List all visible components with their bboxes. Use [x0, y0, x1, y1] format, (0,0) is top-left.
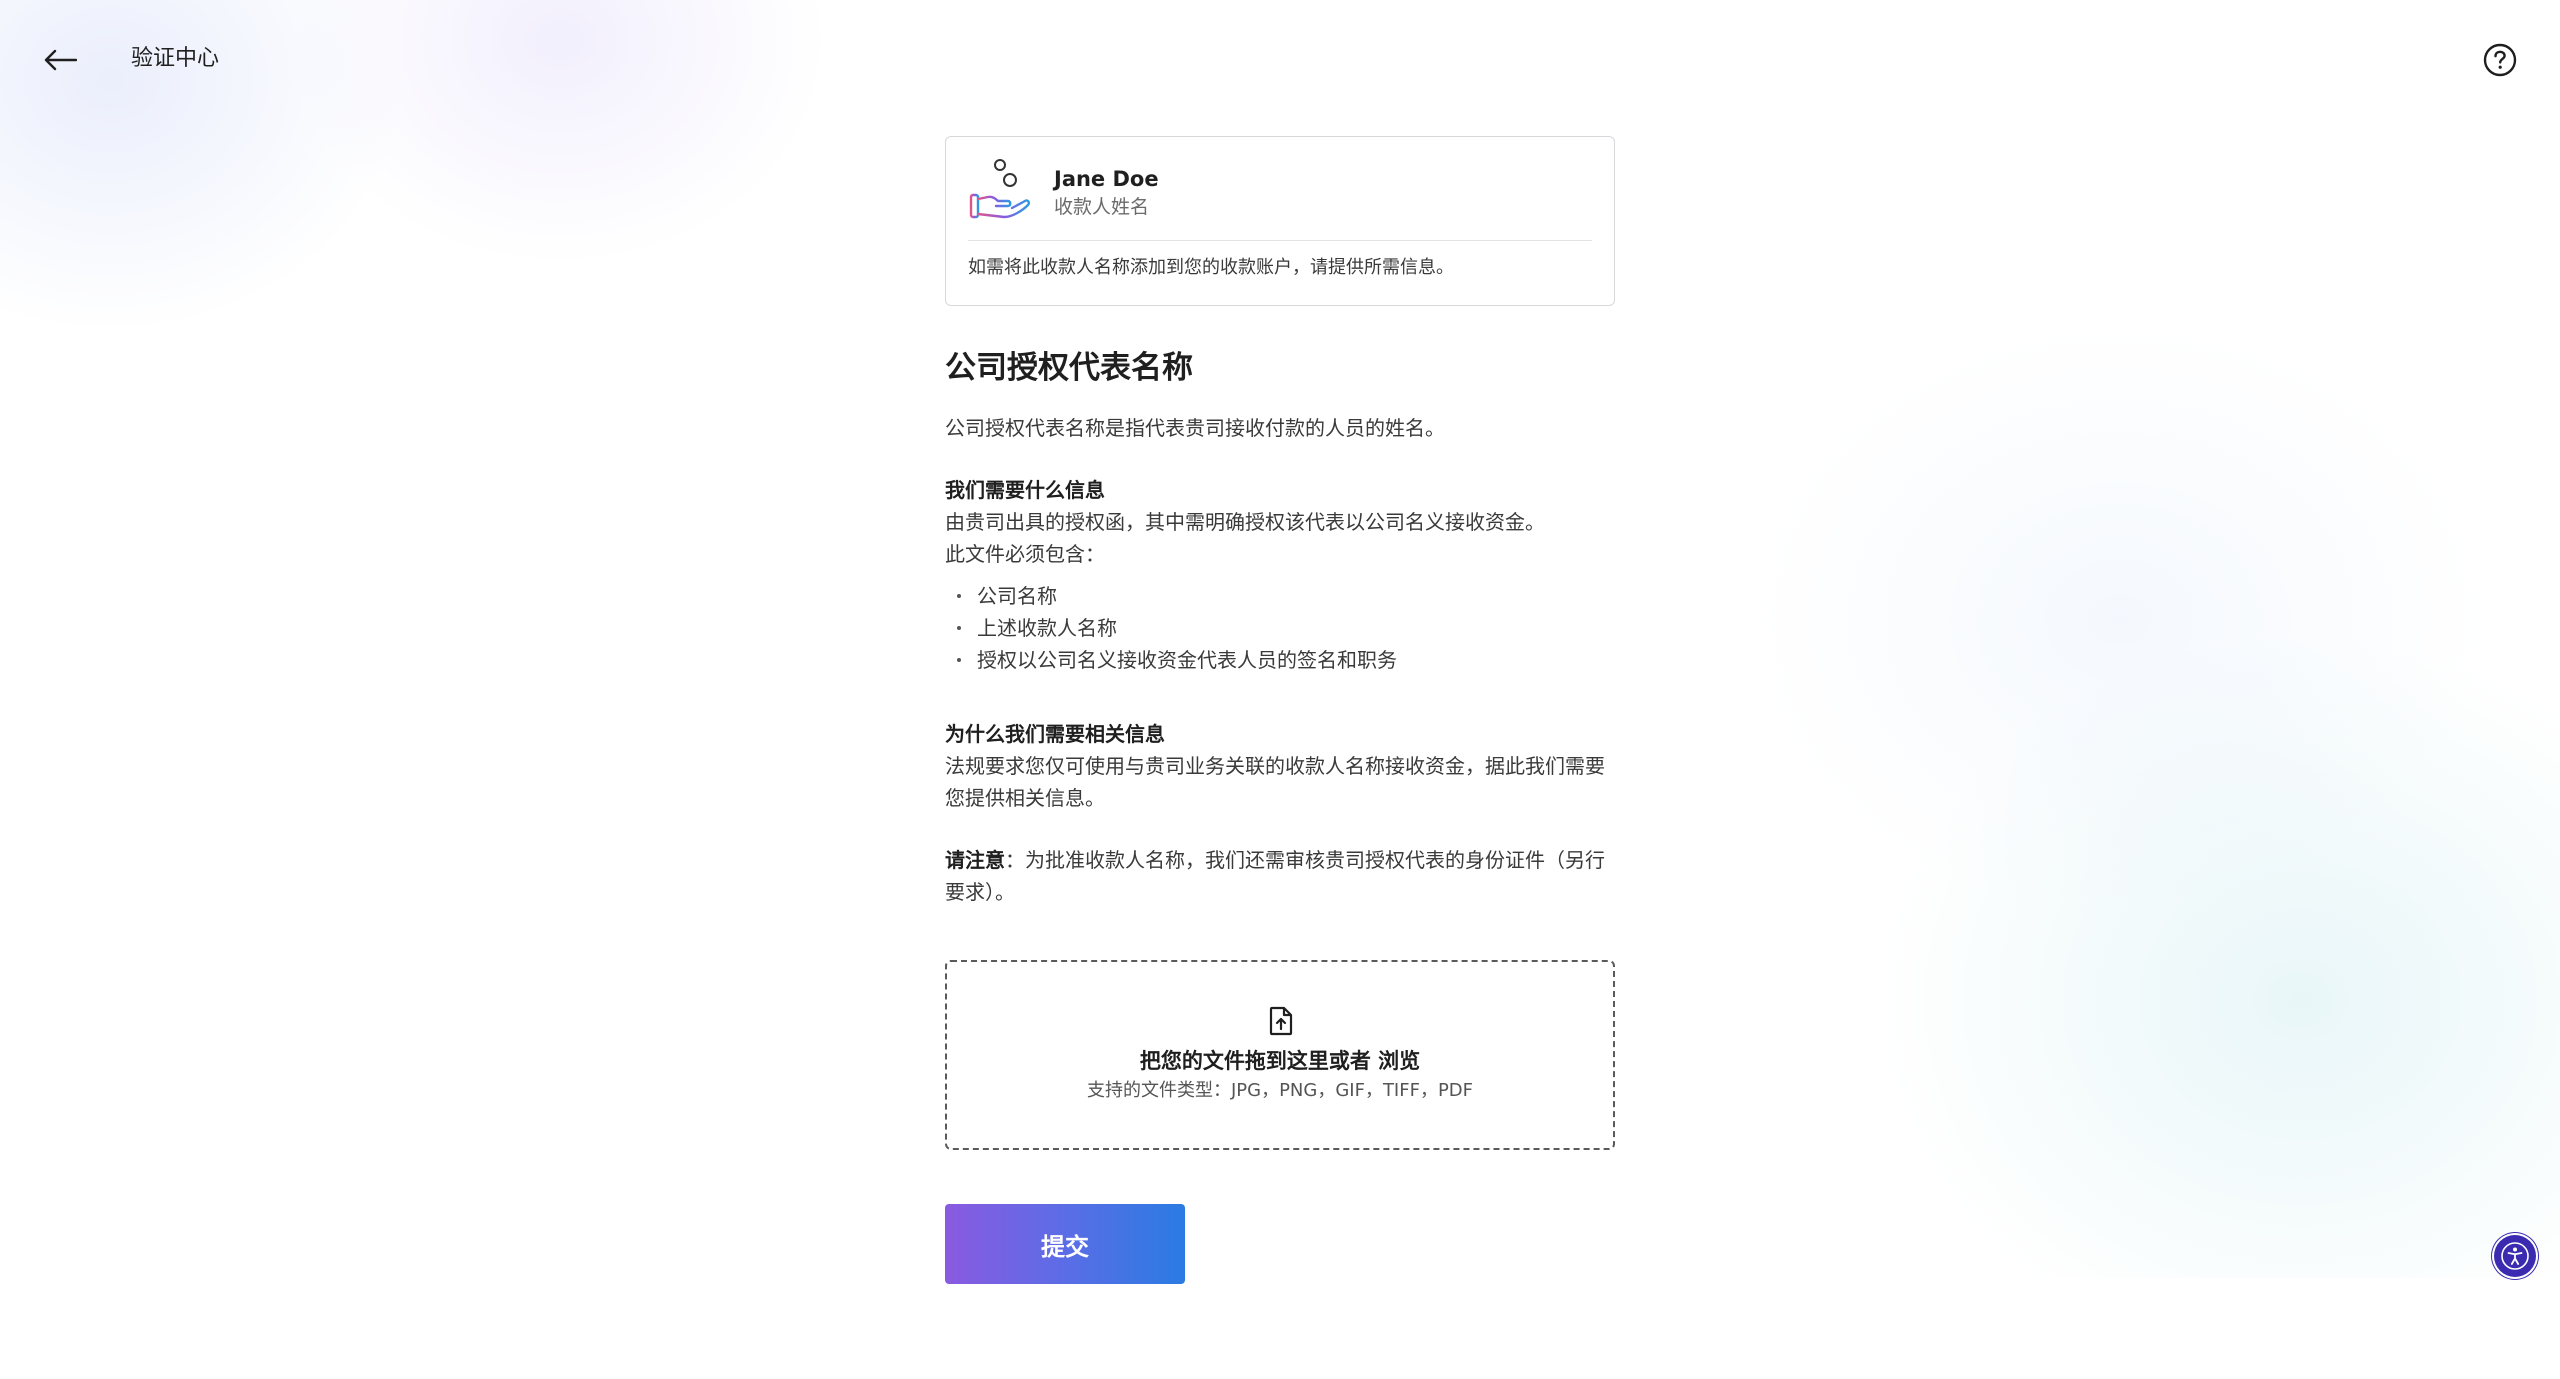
payee-card: Jane Doe 收款人姓名 如需将此收款人名称添加到您的收款账户，请提供所需信… — [945, 136, 1615, 306]
file-upload-icon — [1269, 1006, 1293, 1036]
note-section: 请注意：为批准收款人名称，我们还需审核贵司授权代表的身份证件（另行要求）。 — [945, 844, 1615, 908]
list-item: 授权以公司名义接收资金代表人员的签名和职务 — [945, 644, 1615, 676]
back-button[interactable] — [34, 38, 86, 82]
dropzone-text: 把您的文件拖到这里或者 浏览 — [947, 1046, 1613, 1076]
payee-name: Jane Doe — [1054, 167, 1159, 191]
footer-area — [0, 1278, 2560, 1379]
main-content: Jane Doe 收款人姓名 如需将此收款人名称添加到您的收款账户，请提供所需信… — [945, 136, 1615, 1284]
why-we-need-heading: 为什么我们需要相关信息 — [945, 722, 1165, 746]
arrow-left-icon — [44, 49, 77, 71]
payee-card-note: 如需将此收款人名称添加到您的收款账户，请提供所需信息。 — [968, 257, 1454, 278]
list-item: 上述收款人名称 — [945, 612, 1615, 644]
help-button[interactable] — [2480, 40, 2520, 80]
intro-text: 公司授权代表名称是指代表贵司接收付款的人员的姓名。 — [945, 416, 1445, 440]
question-circle-icon — [2483, 43, 2517, 77]
requirements-list: 公司名称 上述收款人名称 授权以公司名义接收资金代表人员的签名和职务 — [945, 580, 1615, 676]
what-we-need-heading: 我们需要什么信息 — [945, 478, 1105, 502]
submit-button[interactable]: 提交 — [945, 1204, 1185, 1284]
why-we-need-section: 为什么我们需要相关信息 法规要求您仅可使用与贵司业务关联的收款人名称接收资金，据… — [945, 718, 1615, 814]
note-label: 请注意 — [945, 848, 1005, 872]
browse-link[interactable]: 浏览 — [1378, 1049, 1420, 1073]
hand-coins-icon — [969, 159, 1030, 219]
note-text: ：为批准收款人名称，我们还需审核贵司授权代表的身份证件（另行要求）。 — [945, 848, 1605, 904]
page-header-title: 验证中心 — [131, 46, 220, 71]
what-we-need-line-1: 由贵司出具的授权函，其中需明确授权该代表以公司名义接收资金。 — [945, 510, 1545, 534]
file-dropzone[interactable]: 把您的文件拖到这里或者 浏览 支持的文件类型：JPG，PNG，GIF，TIFF，… — [945, 960, 1615, 1150]
list-item: 公司名称 — [945, 580, 1615, 612]
accessibility-button[interactable] — [2494, 1235, 2536, 1277]
section-title: 公司授权代表名称 — [945, 350, 1193, 386]
card-divider — [968, 240, 1592, 241]
supported-file-types: 支持的文件类型：JPG，PNG，GIF，TIFF，PDF — [1086, 1080, 1474, 1101]
payee-name-label: 收款人姓名 — [1054, 196, 1150, 218]
accessibility-icon — [2501, 1242, 2529, 1270]
what-we-need-section: 我们需要什么信息 由贵司出具的授权函，其中需明确授权该代表以公司名义接收资金。 … — [945, 474, 1615, 676]
why-we-need-text: 法规要求您仅可使用与贵司业务关联的收款人名称接收资金，据此我们需要您提供相关信息… — [945, 754, 1605, 810]
what-we-need-line-2: 此文件必须包含： — [945, 542, 1105, 566]
dropzone-instruction: 把您的文件拖到这里或者 — [1139, 1049, 1379, 1073]
